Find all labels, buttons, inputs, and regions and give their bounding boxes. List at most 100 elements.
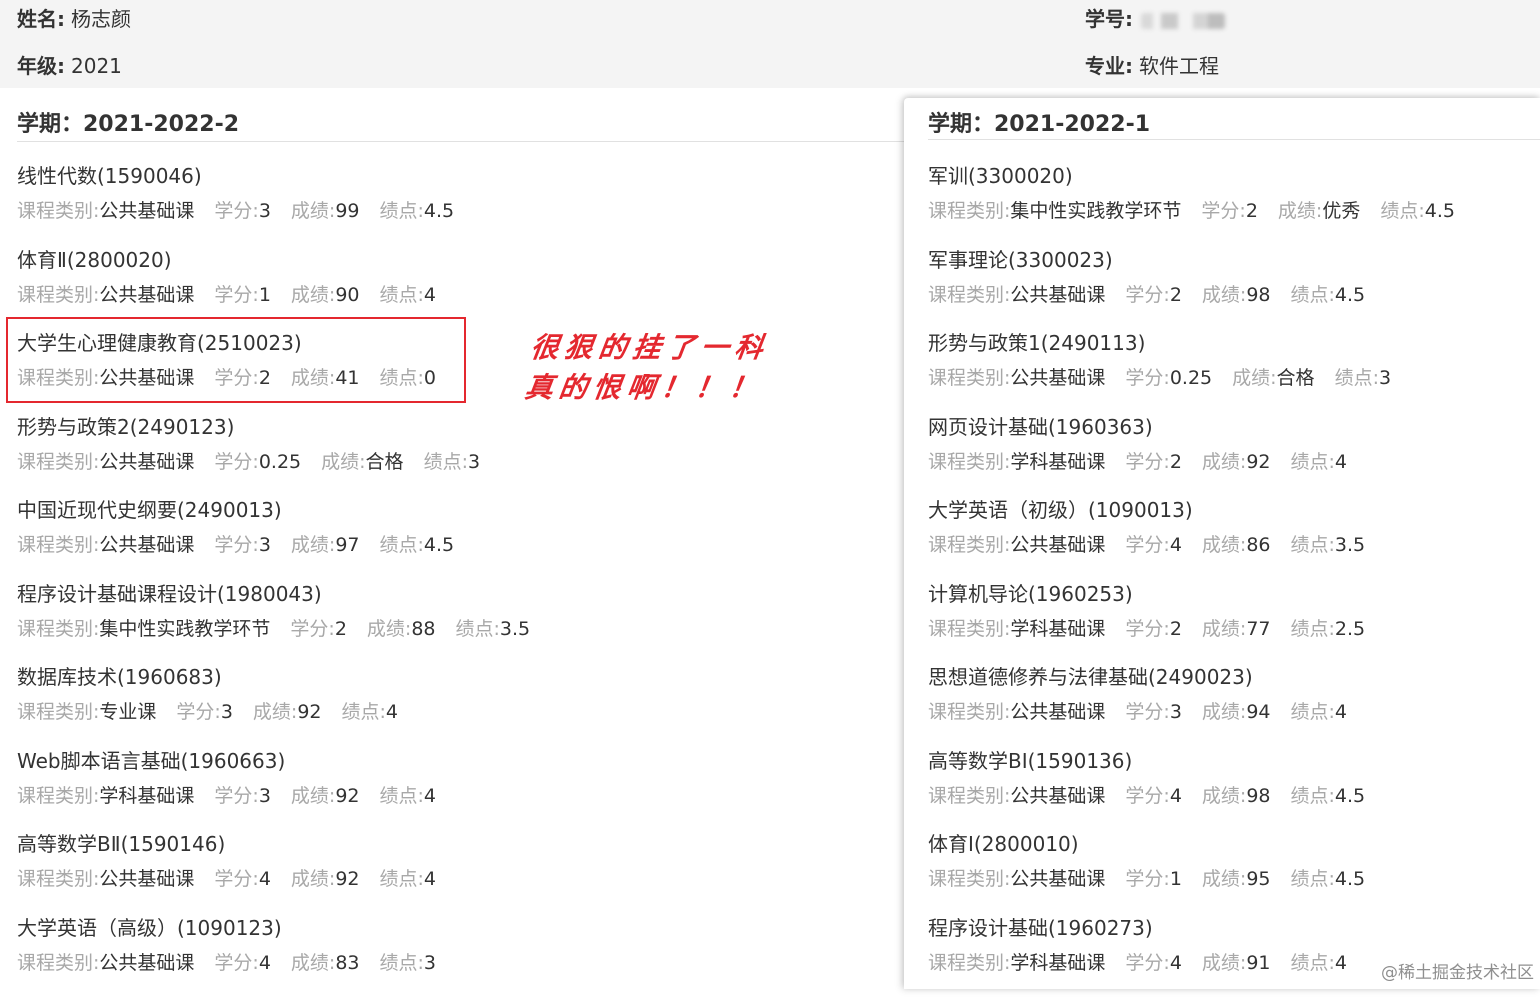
course-type-label: 课程类别: (17, 618, 99, 640)
course-score-label: 成绩: (1202, 701, 1246, 723)
course-gpa-label: 绩点: (1291, 534, 1335, 556)
course-item: 程序设计基础课程设计(1980043)课程类别:集中性实践教学环节学分:2成绩:… (17, 580, 550, 664)
course-credit: 学分:2 (1125, 618, 1182, 640)
course-type: 课程类别:集中性实践教学环节 (17, 618, 270, 640)
course-score-label: 成绩: (1232, 367, 1276, 389)
course-name: 网页设计基础(1960363) (928, 413, 1475, 441)
course-list: 线性代数(1590046)课程类别:公共基础课学分:3成绩:99绩点:4.5体育… (17, 162, 550, 997)
course-credit-label: 学分: (214, 200, 258, 222)
course-gpa-value: 4 (1335, 952, 1347, 974)
course-score-label: 成绩: (291, 200, 335, 222)
course-credit-value: 2 (1170, 451, 1182, 473)
course-score-value: 92 (335, 785, 359, 807)
course-credit: 学分:3 (214, 534, 271, 556)
course-score: 成绩:83 (291, 952, 360, 974)
course-details: 课程类别:公共基础课学分:4成绩:83绩点:3 (17, 950, 550, 976)
course-type: 课程类别:学科基础课 (928, 618, 1105, 640)
course-credit: 学分:1 (1125, 868, 1182, 890)
course-type-value: 公共基础课 (1010, 367, 1105, 389)
course-type-value: 集中性实践教学环节 (1010, 200, 1181, 222)
course-type-label: 课程类别: (928, 534, 1010, 556)
student-name-value: 杨志颜 (71, 7, 131, 31)
course-type: 课程类别:公共基础课 (17, 868, 194, 890)
course-type-label: 课程类别: (928, 701, 1010, 723)
course-credit: 学分:2 (1125, 284, 1182, 306)
course-item: 形势与政策1(2490113)课程类别:公共基础课学分:0.25成绩:合格绩点:… (928, 329, 1475, 413)
course-gpa: 绩点:4.5 (1291, 284, 1366, 306)
course-gpa-value: 3 (468, 451, 480, 473)
course-score: 成绩:94 (1202, 701, 1271, 723)
course-type-label: 课程类别: (928, 367, 1010, 389)
course-type-value: 公共基础课 (1010, 284, 1105, 306)
course-credit-label: 学分: (214, 785, 258, 807)
course-item: 体育Ⅰ(2800010) 课程类别:公共基础课学分:1 成绩:95 绩点:4.5 (928, 830, 1475, 914)
course-type: 课程类别:公共基础课 (17, 284, 194, 306)
course-gpa-label: 绩点: (1291, 952, 1335, 974)
course-credit-value: 4 (1170, 534, 1182, 556)
course-score-value: 92 (297, 701, 321, 723)
course-item: 思想道德修养与法律基础(2490023)课程类别:公共基础课学分:3成绩:94绩… (928, 663, 1475, 747)
course-item: 高等数学BⅡ(1590146)课程类别:公共基础课学分:4成绩:92绩点:4 (17, 830, 550, 914)
course-type-value: 公共基础课 (1010, 785, 1105, 807)
course-details: 课程类别:公共基础课学分:1 成绩:95 绩点:4.5 (928, 866, 1475, 892)
course-gpa: 绩点:3 (424, 451, 481, 473)
course-type-label: 课程类别: (17, 785, 99, 807)
course-credit-label: 学分: (1125, 618, 1169, 640)
course-name: 体育Ⅰ(2800010) (928, 830, 1475, 858)
course-credit-label: 学分: (1125, 534, 1169, 556)
course-credit-value: 0.25 (1170, 367, 1212, 389)
course-type-value: 学科基础课 (1010, 952, 1105, 974)
course-details: 课程类别:公共基础课学分:3成绩:97绩点:4.5 (17, 532, 550, 558)
course-score-value: 合格 (1277, 367, 1315, 389)
student-info-header: 姓名:杨志颜 年级:2021 学号: 专业:软件工程 (0, 0, 1540, 88)
annotation-line-2: 真的恨啊！！！ (522, 368, 766, 408)
course-name: 大学英语（初级）(1090013) (928, 496, 1475, 524)
course-score-label: 成绩: (1278, 200, 1322, 222)
course-item: 程序设计基础(1960273)课程类别:学科基础课学分:4成绩:91绩点:4 (928, 914, 1475, 997)
course-gpa-label: 绩点: (1291, 785, 1335, 807)
semester-divider (17, 141, 904, 142)
course-credit-value: 2 (1170, 284, 1182, 306)
course-score-value: 92 (335, 868, 359, 890)
course-gpa-value: 4.5 (424, 200, 454, 222)
course-details: 课程类别:公共基础课学分:0.25成绩:合格绩点:3 (17, 449, 550, 475)
course-name: 数据库技术(1960683) (17, 663, 550, 691)
course-score: 成绩:88 (367, 618, 436, 640)
course-details: 课程类别:公共基础课学分:4成绩:86绩点:3.5 (928, 532, 1475, 558)
course-gpa: 绩点:4 (1291, 701, 1348, 723)
course-credit-label: 学分: (1125, 785, 1169, 807)
course-type-label: 课程类别: (928, 868, 1010, 890)
course-type: 课程类别:公共基础课 (928, 868, 1105, 890)
course-score-value: 98 (1246, 284, 1270, 306)
course-type-value: 公共基础课 (1010, 534, 1105, 556)
course-score-label: 成绩: (1202, 284, 1246, 306)
course-details: 课程类别:公共基础课学分:4成绩:98绩点:4.5 (928, 783, 1475, 809)
course-type: 课程类别:公共基础课 (928, 284, 1105, 306)
course-gpa: 绩点:4.5 (1291, 868, 1366, 890)
course-score-label: 成绩: (1202, 785, 1246, 807)
course-credit: 学分:4 (214, 952, 271, 974)
course-type-label: 课程类别: (17, 534, 99, 556)
course-score-value: 优秀 (1322, 200, 1360, 222)
course-item: 军事理论(3300023)课程类别:公共基础课学分:2成绩:98绩点:4.5 (928, 246, 1475, 330)
course-score-value: 86 (1246, 534, 1270, 556)
course-name: 高等数学BⅠ(1590136) (928, 747, 1475, 775)
course-item: 线性代数(1590046)课程类别:公共基础课学分:3成绩:99绩点:4.5 (17, 162, 550, 246)
course-score-value: 合格 (366, 451, 404, 473)
course-credit-label: 学分: (1125, 284, 1169, 306)
course-type-label: 课程类别: (17, 451, 99, 473)
course-item: 数据库技术(1960683)课程类别:专业课学分:3成绩:92绩点:4 (17, 663, 550, 747)
course-gpa: 绩点:4.5 (1380, 200, 1455, 222)
course-credit-value: 2 (1246, 200, 1258, 222)
course-type: 课程类别:学科基础课 (17, 785, 194, 807)
course-gpa-label: 绩点: (342, 701, 386, 723)
watermark: @稀土掘金技术社区 (1381, 958, 1534, 983)
course-credit: 学分:3 (1125, 701, 1182, 723)
student-grade-value: 2021 (71, 54, 122, 78)
course-credit-value: 4 (1170, 952, 1182, 974)
course-score: 成绩:95 (1202, 868, 1271, 890)
course-gpa-label: 绩点: (1291, 618, 1335, 640)
course-gpa-value: 4 (1335, 451, 1347, 473)
course-gpa-label: 绩点: (1335, 367, 1379, 389)
course-gpa-value: 4.5 (1335, 868, 1365, 890)
